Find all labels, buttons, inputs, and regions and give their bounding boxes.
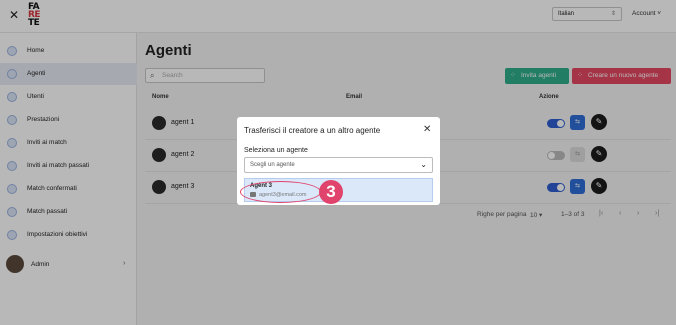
agent-select-placeholder: Scegli un agente: [250, 162, 295, 168]
agent-select[interactable]: Scegli un agente ⌄: [244, 157, 433, 173]
agent-select-label: Seleziona un agente: [244, 147, 308, 154]
step-badge: 3: [319, 180, 343, 204]
chevron-down-icon: ⌄: [420, 160, 427, 169]
dialog-title: Trasferisci il creatore a un altro agent…: [244, 126, 381, 135]
close-icon[interactable]: ✕: [423, 124, 431, 135]
highlight-ring: [240, 181, 321, 203]
